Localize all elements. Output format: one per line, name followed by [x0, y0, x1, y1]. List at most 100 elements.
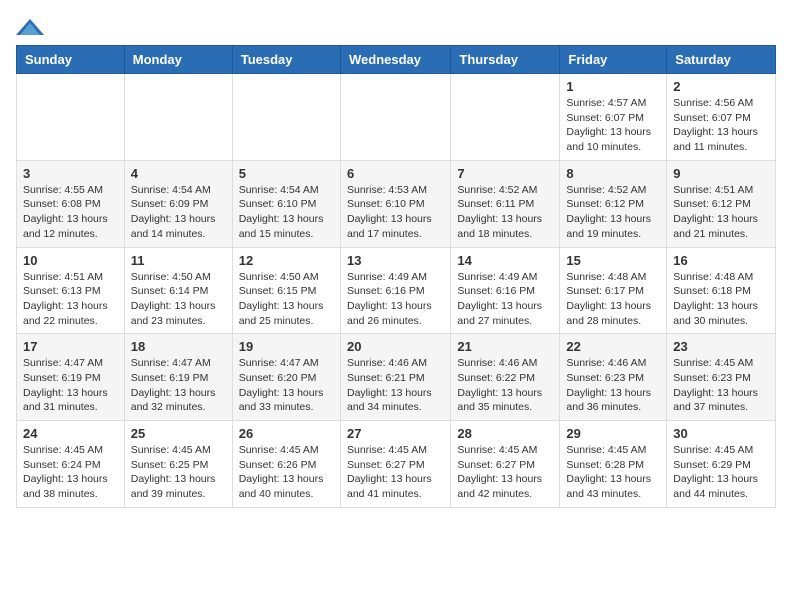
- calendar-cell: 30 Sunrise: 4:45 AM Sunset: 6:29 PM Dayli…: [667, 421, 776, 508]
- calendar-cell: 8 Sunrise: 4:52 AM Sunset: 6:12 PM Daylig…: [560, 160, 667, 247]
- day-number: 21: [457, 339, 553, 354]
- calendar-cell: 20 Sunrise: 4:46 AM Sunset: 6:21 PM Dayli…: [340, 334, 450, 421]
- weekday-header-sunday: Sunday: [17, 46, 125, 74]
- day-info: Sunrise: 4:45 AM Sunset: 6:29 PM Dayligh…: [673, 443, 769, 502]
- day-number: 15: [566, 253, 660, 268]
- day-info: Sunrise: 4:49 AM Sunset: 6:16 PM Dayligh…: [457, 270, 553, 329]
- calendar-cell: 19Sunrise: 4:47 AM Sunset: 6:20 PM Dayli…: [232, 334, 340, 421]
- day-number: 23: [673, 339, 769, 354]
- day-number: 9: [673, 166, 769, 181]
- week-row-4: 17 Sunrise: 4:47 AM Sunset: 6:19 PM Dayli…: [17, 334, 776, 421]
- day-number: 17: [23, 339, 118, 354]
- weekday-header-tuesday: Tuesday: [232, 46, 340, 74]
- day-number: 22: [566, 339, 660, 354]
- day-info: Sunrise: 4:51 AM Sunset: 6:12 PM Dayligh…: [673, 183, 769, 242]
- week-row-2: 3Sunrise: 4:55 AM Sunset: 6:08 PM Daylig…: [17, 160, 776, 247]
- day-info: Sunrise: 4:50 AM Sunset: 6:15 PM Dayligh…: [239, 270, 334, 329]
- day-info: Sunrise: 4:47 AM Sunset: 6:20 PM Dayligh…: [239, 356, 334, 415]
- day-info: Sunrise: 4:52 AM Sunset: 6:11 PM Dayligh…: [457, 183, 553, 242]
- day-info: Sunrise: 4:56 AM Sunset: 6:07 PM Dayligh…: [673, 96, 769, 155]
- weekday-header-saturday: Saturday: [667, 46, 776, 74]
- calendar-cell: 28 Sunrise: 4:45 AM Sunset: 6:27 PM Dayli…: [451, 421, 560, 508]
- calendar-cell: 23 Sunrise: 4:45 AM Sunset: 6:23 PM Dayli…: [667, 334, 776, 421]
- calendar-cell: 1 Sunrise: 4:57 AM Sunset: 6:07 PM Daylig…: [560, 74, 667, 161]
- calendar-cell: 25 Sunrise: 4:45 AM Sunset: 6:25 PM Dayli…: [124, 421, 232, 508]
- day-info: Sunrise: 4:45 AM Sunset: 6:26 PM Dayligh…: [239, 443, 334, 502]
- day-info: Sunrise: 4:57 AM Sunset: 6:07 PM Dayligh…: [566, 96, 660, 155]
- calendar-cell: 9 Sunrise: 4:51 AM Sunset: 6:12 PM Daylig…: [667, 160, 776, 247]
- week-row-1: 1 Sunrise: 4:57 AM Sunset: 6:07 PM Daylig…: [17, 74, 776, 161]
- day-info: Sunrise: 4:49 AM Sunset: 6:16 PM Dayligh…: [347, 270, 444, 329]
- day-info: Sunrise: 4:51 AM Sunset: 6:13 PM Dayligh…: [23, 270, 118, 329]
- calendar-cell: 29 Sunrise: 4:45 AM Sunset: 6:28 PM Dayli…: [560, 421, 667, 508]
- day-info: Sunrise: 4:52 AM Sunset: 6:12 PM Dayligh…: [566, 183, 660, 242]
- day-number: 25: [131, 426, 226, 441]
- weekday-header-wednesday: Wednesday: [340, 46, 450, 74]
- day-info: Sunrise: 4:53 AM Sunset: 6:10 PM Dayligh…: [347, 183, 444, 242]
- day-info: Sunrise: 4:45 AM Sunset: 6:23 PM Dayligh…: [673, 356, 769, 415]
- header: [16, 16, 776, 37]
- day-number: 27: [347, 426, 444, 441]
- calendar-cell: 10 Sunrise: 4:51 AM Sunset: 6:13 PM Dayli…: [17, 247, 125, 334]
- day-info: Sunrise: 4:45 AM Sunset: 6:24 PM Dayligh…: [23, 443, 118, 502]
- day-info: Sunrise: 4:50 AM Sunset: 6:14 PM Dayligh…: [131, 270, 226, 329]
- calendar-table: SundayMondayTuesdayWednesdayThursdayFrid…: [16, 45, 776, 508]
- day-number: 10: [23, 253, 118, 268]
- day-number: 29: [566, 426, 660, 441]
- day-number: 14: [457, 253, 553, 268]
- day-number: 7: [457, 166, 553, 181]
- calendar-cell: 3Sunrise: 4:55 AM Sunset: 6:08 PM Daylig…: [17, 160, 125, 247]
- weekday-header-thursday: Thursday: [451, 46, 560, 74]
- calendar-cell: 12 Sunrise: 4:50 AM Sunset: 6:15 PM Dayli…: [232, 247, 340, 334]
- calendar-cell: 7 Sunrise: 4:52 AM Sunset: 6:11 PM Daylig…: [451, 160, 560, 247]
- day-info: Sunrise: 4:45 AM Sunset: 6:28 PM Dayligh…: [566, 443, 660, 502]
- day-number: 1: [566, 79, 660, 94]
- day-number: 5: [239, 166, 334, 181]
- day-number: 18: [131, 339, 226, 354]
- calendar-cell: 6 Sunrise: 4:53 AM Sunset: 6:10 PM Daylig…: [340, 160, 450, 247]
- calendar-cell: 2 Sunrise: 4:56 AM Sunset: 6:07 PM Daylig…: [667, 74, 776, 161]
- day-info: Sunrise: 4:47 AM Sunset: 6:19 PM Dayligh…: [131, 356, 226, 415]
- day-number: 6: [347, 166, 444, 181]
- day-info: Sunrise: 4:48 AM Sunset: 6:17 PM Dayligh…: [566, 270, 660, 329]
- weekday-header-friday: Friday: [560, 46, 667, 74]
- day-number: 24: [23, 426, 118, 441]
- day-number: 4: [131, 166, 226, 181]
- day-info: Sunrise: 4:54 AM Sunset: 6:10 PM Dayligh…: [239, 183, 334, 242]
- logo-icon: [16, 17, 44, 37]
- day-number: 20: [347, 339, 444, 354]
- calendar-cell: 18 Sunrise: 4:47 AM Sunset: 6:19 PM Dayli…: [124, 334, 232, 421]
- calendar-cell: 26 Sunrise: 4:45 AM Sunset: 6:26 PM Dayli…: [232, 421, 340, 508]
- day-number: 26: [239, 426, 334, 441]
- day-info: Sunrise: 4:45 AM Sunset: 6:27 PM Dayligh…: [457, 443, 553, 502]
- calendar-cell: 17 Sunrise: 4:47 AM Sunset: 6:19 PM Dayli…: [17, 334, 125, 421]
- calendar-cell: [17, 74, 125, 161]
- day-info: Sunrise: 4:46 AM Sunset: 6:21 PM Dayligh…: [347, 356, 444, 415]
- day-info: Sunrise: 4:46 AM Sunset: 6:22 PM Dayligh…: [457, 356, 553, 415]
- day-number: 8: [566, 166, 660, 181]
- day-info: Sunrise: 4:46 AM Sunset: 6:23 PM Dayligh…: [566, 356, 660, 415]
- week-row-3: 10 Sunrise: 4:51 AM Sunset: 6:13 PM Dayli…: [17, 247, 776, 334]
- day-number: 12: [239, 253, 334, 268]
- day-number: 2: [673, 79, 769, 94]
- day-info: Sunrise: 4:47 AM Sunset: 6:19 PM Dayligh…: [23, 356, 118, 415]
- calendar-cell: 14 Sunrise: 4:49 AM Sunset: 6:16 PM Dayli…: [451, 247, 560, 334]
- weekday-header-monday: Monday: [124, 46, 232, 74]
- day-number: 16: [673, 253, 769, 268]
- day-number: 30: [673, 426, 769, 441]
- calendar-cell: 11 Sunrise: 4:50 AM Sunset: 6:14 PM Dayli…: [124, 247, 232, 334]
- day-info: Sunrise: 4:45 AM Sunset: 6:27 PM Dayligh…: [347, 443, 444, 502]
- calendar-cell: 15 Sunrise: 4:48 AM Sunset: 6:17 PM Dayli…: [560, 247, 667, 334]
- calendar-cell: 5 Sunrise: 4:54 AM Sunset: 6:10 PM Daylig…: [232, 160, 340, 247]
- day-info: Sunrise: 4:54 AM Sunset: 6:09 PM Dayligh…: [131, 183, 226, 242]
- day-info: Sunrise: 4:45 AM Sunset: 6:25 PM Dayligh…: [131, 443, 226, 502]
- calendar-cell: 21 Sunrise: 4:46 AM Sunset: 6:22 PM Dayli…: [451, 334, 560, 421]
- week-row-5: 24 Sunrise: 4:45 AM Sunset: 6:24 PM Dayli…: [17, 421, 776, 508]
- calendar-cell: [340, 74, 450, 161]
- calendar-cell: 4 Sunrise: 4:54 AM Sunset: 6:09 PM Daylig…: [124, 160, 232, 247]
- calendar-cell: 22 Sunrise: 4:46 AM Sunset: 6:23 PM Dayli…: [560, 334, 667, 421]
- day-number: 11: [131, 253, 226, 268]
- day-info: Sunrise: 4:48 AM Sunset: 6:18 PM Dayligh…: [673, 270, 769, 329]
- calendar-cell: [451, 74, 560, 161]
- day-number: 28: [457, 426, 553, 441]
